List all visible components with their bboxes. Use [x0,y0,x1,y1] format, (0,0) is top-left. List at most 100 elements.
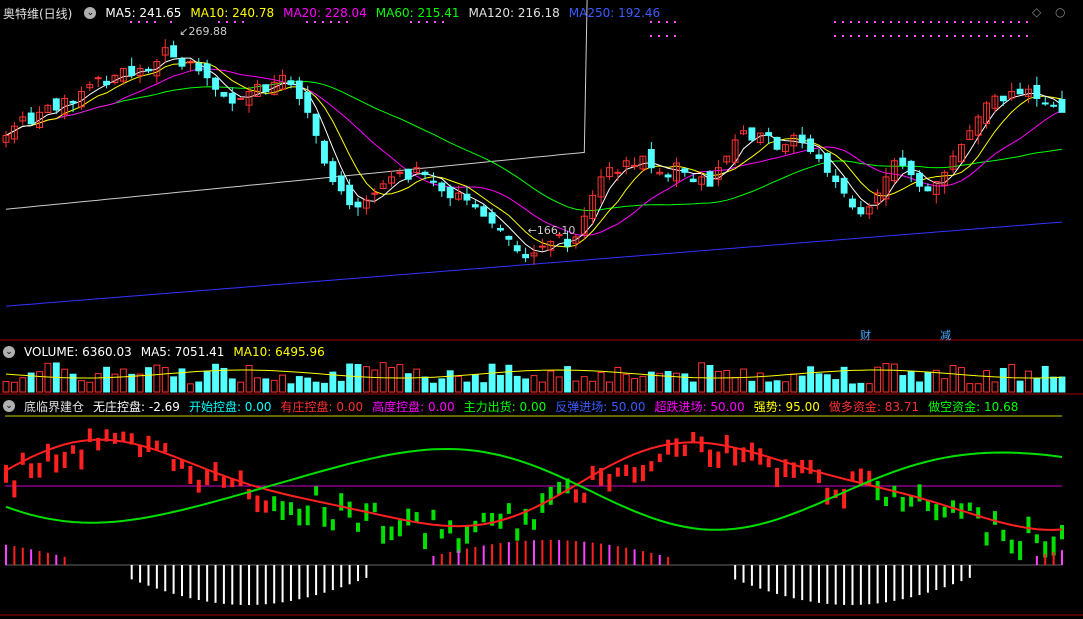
indicator-bar [121,431,126,442]
indicator-bar [464,526,469,544]
volume-bar [807,366,815,393]
histogram-bar [767,565,770,592]
histogram-bar [524,540,527,565]
indicator-bar [439,529,444,539]
indicator-bar [238,470,243,487]
stock-title[interactable]: 奥特维(日线) [3,5,72,22]
volume-bar [1041,365,1049,393]
histogram-bar [625,547,628,565]
histogram-bar [608,544,611,565]
stock-chart[interactable]: ↙269.88 ←166.10 财 减 [0,0,1083,619]
ma20-line [5,68,1063,237]
signal-dot [954,35,956,37]
diamond-icon[interactable]: ◇ [1032,5,1041,19]
tag-jian: 减 [940,329,951,342]
histogram-bar [876,565,879,604]
histogram-bar [734,565,737,580]
indicator-bar [632,467,637,483]
indicator-bar [716,451,721,468]
volume-bar [388,366,395,393]
candle-body [614,171,622,174]
histogram-bar [742,565,745,583]
candle-body [404,168,412,180]
indicator-bar [305,505,310,526]
candle-body [513,245,521,252]
candle-body [429,180,437,183]
indicator-bar [423,533,428,550]
signal-dot [858,35,860,37]
indicator-bar [875,480,880,501]
volume-bar [362,366,370,393]
volume-bar [488,363,496,393]
indicator-bar [288,502,293,515]
histogram-bar [231,565,234,605]
volume-bar [991,381,999,393]
indicator-name[interactable]: 底临界建仓 [24,398,84,415]
volume-bar [773,380,781,393]
indicator-bar [624,464,629,476]
histogram-bar [1052,552,1055,565]
histogram-bar [1061,550,1063,565]
candle-body [564,238,571,247]
indicator-bar [431,509,436,521]
volume-bar [455,375,463,393]
candle-body [228,92,236,104]
histogram-bar [214,565,217,603]
volume-bar [279,374,287,393]
ma60-value: MA60: 215.41 [375,6,460,20]
ma120-value: MA120: 216.18 [468,6,560,20]
volume-value: VOLUME: 6360.03 [24,345,132,359]
indicator-bar [582,492,587,503]
circle-icon[interactable]: ○ [1055,5,1065,19]
signal-dot [1018,35,1020,37]
candle-body [446,186,454,199]
volume-bar [145,367,152,393]
volume-bar [195,381,203,393]
volume-bar [354,364,362,393]
indicator-bar [1026,516,1031,534]
signal-dot [834,35,836,37]
indicator-bar [708,449,712,467]
collapse-icon[interactable]: ⌄ [3,400,15,412]
signal-dot [994,35,996,37]
histogram-bar [315,565,318,596]
candle-body [907,160,915,176]
indicator-bar [733,447,738,466]
volume-bar [849,383,856,393]
volume-bar [10,381,18,393]
histogram-bar [130,565,133,580]
candle-body [999,95,1007,102]
collapse-icon[interactable]: ⌄ [84,7,97,19]
indicator-bar [196,479,201,493]
volume-bar [932,369,940,393]
histogram-bar [926,565,929,593]
volume-bar [304,377,312,393]
indicator-bar [29,463,34,479]
volume-bar [61,368,69,393]
volume-bar [865,383,873,393]
signal-dot [946,35,948,37]
candle-body [773,136,781,150]
volume-bar [589,380,597,393]
indicator-bar [389,526,394,541]
candle-body [488,212,496,224]
volume-bar [756,372,764,393]
volume-bar [857,382,865,393]
volume-bar [421,376,429,393]
collapse-icon[interactable]: ⌄ [3,346,15,358]
candle-body [212,77,219,90]
histogram-bar [541,540,544,565]
histogram-bar [759,565,762,589]
histogram-bar [357,565,359,582]
histogram-bar [868,565,871,605]
volume-bar [228,378,236,393]
candle-body [337,175,345,192]
signal-dot [922,35,924,37]
histogram-bar [348,565,351,585]
indicator-bar [146,435,151,453]
histogram-bar [859,565,862,605]
candle-body [1058,99,1066,113]
volume-bar [823,374,831,393]
histogram-bar [650,552,653,565]
volume-bar [337,380,345,393]
